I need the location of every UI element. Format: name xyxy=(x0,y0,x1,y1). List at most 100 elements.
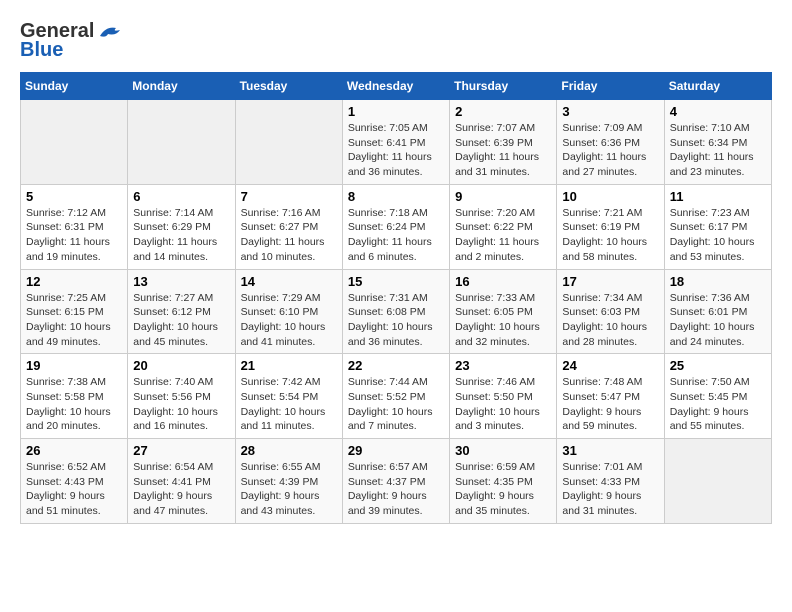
header-day: Wednesday xyxy=(342,73,449,100)
calendar-cell: 7Sunrise: 7:16 AM Sunset: 6:27 PM Daylig… xyxy=(235,184,342,269)
day-number: 30 xyxy=(455,443,551,458)
day-number: 23 xyxy=(455,358,551,373)
calendar-cell: 17 Sunrise: 7:34 AM Sunset: 6:03 PM Dayli… xyxy=(557,269,664,354)
calendar-cell: 19Sunrise: 7:38 AM Sunset: 5:58 PM Dayli… xyxy=(21,354,128,439)
day-info: Sunrise: 7:34 AM Sunset: 6:03 PM Dayligh… xyxy=(562,291,658,350)
calendar-cell: 31Sunrise: 7:01 AM Sunset: 4:33 PM Dayli… xyxy=(557,439,664,524)
calendar-cell: 30 Sunrise: 6:59 AM Sunset: 4:35 PM Dayli… xyxy=(450,439,557,524)
calendar-cell: 29 Sunrise: 6:57 AM Sunset: 4:37 PM Dayli… xyxy=(342,439,449,524)
day-info: Sunrise: 7:16 AM Sunset: 6:27 PM Dayligh… xyxy=(241,206,337,265)
day-info: Sunrise: 7:40 AM Sunset: 5:56 PM Dayligh… xyxy=(133,375,229,434)
calendar-cell: 24 Sunrise: 7:48 AM Sunset: 5:47 PM Dayli… xyxy=(557,354,664,439)
day-number: 31 xyxy=(562,443,658,458)
calendar-week: 12 Sunrise: 7:25 AM Sunset: 6:15 PM Dayli… xyxy=(21,269,772,354)
calendar-header: SundayMondayTuesdayWednesdayThursdayFrid… xyxy=(21,73,772,100)
calendar-cell: 14 Sunrise: 7:29 AM Sunset: 6:10 PM Dayli… xyxy=(235,269,342,354)
calendar-cell: 12 Sunrise: 7:25 AM Sunset: 6:15 PM Dayli… xyxy=(21,269,128,354)
day-number: 1 xyxy=(348,104,444,119)
calendar-cell xyxy=(21,100,128,185)
day-number: 28 xyxy=(241,443,337,458)
calendar-cell: 22Sunrise: 7:44 AM Sunset: 5:52 PM Dayli… xyxy=(342,354,449,439)
logo-blue: Blue xyxy=(20,39,63,62)
logo: General Blue xyxy=(20,20,124,62)
calendar-cell: 15 Sunrise: 7:31 AM Sunset: 6:08 PM Dayli… xyxy=(342,269,449,354)
day-info: Sunrise: 6:54 AM Sunset: 4:41 PM Dayligh… xyxy=(133,460,229,519)
day-info: Sunrise: 7:29 AM Sunset: 6:10 PM Dayligh… xyxy=(241,291,337,350)
day-info: Sunrise: 7:31 AM Sunset: 6:08 PM Dayligh… xyxy=(348,291,444,350)
calendar-cell: 13 Sunrise: 7:27 AM Sunset: 6:12 PM Dayli… xyxy=(128,269,235,354)
calendar-cell xyxy=(128,100,235,185)
header-day: Sunday xyxy=(21,73,128,100)
day-number: 20 xyxy=(133,358,229,373)
day-number: 15 xyxy=(348,274,444,289)
header-day: Monday xyxy=(128,73,235,100)
calendar-body: 1 Sunrise: 7:05 AM Sunset: 6:41 PM Daylig… xyxy=(21,100,772,524)
calendar-cell: 5Sunrise: 7:12 AM Sunset: 6:31 PM Daylig… xyxy=(21,184,128,269)
day-info: Sunrise: 7:05 AM Sunset: 6:41 PM Dayligh… xyxy=(348,121,444,180)
calendar-cell: 1 Sunrise: 7:05 AM Sunset: 6:41 PM Daylig… xyxy=(342,100,449,185)
calendar-cell: 6Sunrise: 7:14 AM Sunset: 6:29 PM Daylig… xyxy=(128,184,235,269)
calendar-cell: 4Sunrise: 7:10 AM Sunset: 6:34 PM Daylig… xyxy=(664,100,771,185)
calendar-cell: 11 Sunrise: 7:23 AM Sunset: 6:17 PM Dayli… xyxy=(664,184,771,269)
calendar-cell: 21 Sunrise: 7:42 AM Sunset: 5:54 PM Dayli… xyxy=(235,354,342,439)
day-number: 4 xyxy=(670,104,766,119)
calendar-cell: 26 Sunrise: 6:52 AM Sunset: 4:43 PM Dayli… xyxy=(21,439,128,524)
day-info: Sunrise: 7:21 AM Sunset: 6:19 PM Dayligh… xyxy=(562,206,658,265)
day-info: Sunrise: 7:25 AM Sunset: 6:15 PM Dayligh… xyxy=(26,291,122,350)
day-number: 22 xyxy=(348,358,444,373)
day-number: 14 xyxy=(241,274,337,289)
header-day: Friday xyxy=(557,73,664,100)
day-number: 13 xyxy=(133,274,229,289)
day-number: 12 xyxy=(26,274,122,289)
calendar-cell: 9 Sunrise: 7:20 AM Sunset: 6:22 PM Daylig… xyxy=(450,184,557,269)
calendar-cell: 16Sunrise: 7:33 AM Sunset: 6:05 PM Dayli… xyxy=(450,269,557,354)
day-number: 17 xyxy=(562,274,658,289)
day-number: 11 xyxy=(670,189,766,204)
day-number: 3 xyxy=(562,104,658,119)
calendar-cell xyxy=(664,439,771,524)
day-info: Sunrise: 7:09 AM Sunset: 6:36 PM Dayligh… xyxy=(562,121,658,180)
calendar-week: 1 Sunrise: 7:05 AM Sunset: 6:41 PM Daylig… xyxy=(21,100,772,185)
day-number: 21 xyxy=(241,358,337,373)
day-number: 19 xyxy=(26,358,122,373)
day-info: Sunrise: 7:12 AM Sunset: 6:31 PM Dayligh… xyxy=(26,206,122,265)
day-number: 10 xyxy=(562,189,658,204)
day-number: 29 xyxy=(348,443,444,458)
calendar-week: 26 Sunrise: 6:52 AM Sunset: 4:43 PM Dayli… xyxy=(21,439,772,524)
day-number: 27 xyxy=(133,443,229,458)
day-number: 25 xyxy=(670,358,766,373)
calendar-cell: 10 Sunrise: 7:21 AM Sunset: 6:19 PM Dayli… xyxy=(557,184,664,269)
day-number: 26 xyxy=(26,443,122,458)
logo-bird-icon xyxy=(96,22,124,42)
header-row: SundayMondayTuesdayWednesdayThursdayFrid… xyxy=(21,73,772,100)
calendar-cell xyxy=(235,100,342,185)
day-info: Sunrise: 6:57 AM Sunset: 4:37 PM Dayligh… xyxy=(348,460,444,519)
day-info: Sunrise: 7:23 AM Sunset: 6:17 PM Dayligh… xyxy=(670,206,766,265)
calendar-cell: 25Sunrise: 7:50 AM Sunset: 5:45 PM Dayli… xyxy=(664,354,771,439)
header-day: Saturday xyxy=(664,73,771,100)
day-info: Sunrise: 6:55 AM Sunset: 4:39 PM Dayligh… xyxy=(241,460,337,519)
day-info: Sunrise: 7:48 AM Sunset: 5:47 PM Dayligh… xyxy=(562,375,658,434)
calendar-cell: 8Sunrise: 7:18 AM Sunset: 6:24 PM Daylig… xyxy=(342,184,449,269)
page-header: General Blue xyxy=(20,20,772,62)
day-info: Sunrise: 7:42 AM Sunset: 5:54 PM Dayligh… xyxy=(241,375,337,434)
day-info: Sunrise: 7:46 AM Sunset: 5:50 PM Dayligh… xyxy=(455,375,551,434)
calendar-cell: 23 Sunrise: 7:46 AM Sunset: 5:50 PM Dayli… xyxy=(450,354,557,439)
day-info: Sunrise: 7:33 AM Sunset: 6:05 PM Dayligh… xyxy=(455,291,551,350)
header-day: Tuesday xyxy=(235,73,342,100)
day-number: 9 xyxy=(455,189,551,204)
calendar-cell: 2Sunrise: 7:07 AM Sunset: 6:39 PM Daylig… xyxy=(450,100,557,185)
day-number: 24 xyxy=(562,358,658,373)
calendar-week: 19Sunrise: 7:38 AM Sunset: 5:58 PM Dayli… xyxy=(21,354,772,439)
day-info: Sunrise: 7:36 AM Sunset: 6:01 PM Dayligh… xyxy=(670,291,766,350)
day-info: Sunrise: 6:59 AM Sunset: 4:35 PM Dayligh… xyxy=(455,460,551,519)
calendar-week: 5Sunrise: 7:12 AM Sunset: 6:31 PM Daylig… xyxy=(21,184,772,269)
day-info: Sunrise: 7:27 AM Sunset: 6:12 PM Dayligh… xyxy=(133,291,229,350)
day-number: 6 xyxy=(133,189,229,204)
calendar-cell: 18Sunrise: 7:36 AM Sunset: 6:01 PM Dayli… xyxy=(664,269,771,354)
calendar-cell: 27 Sunrise: 6:54 AM Sunset: 4:41 PM Dayli… xyxy=(128,439,235,524)
day-number: 8 xyxy=(348,189,444,204)
day-info: Sunrise: 7:20 AM Sunset: 6:22 PM Dayligh… xyxy=(455,206,551,265)
calendar-table: SundayMondayTuesdayWednesdayThursdayFrid… xyxy=(20,72,772,524)
day-info: Sunrise: 6:52 AM Sunset: 4:43 PM Dayligh… xyxy=(26,460,122,519)
